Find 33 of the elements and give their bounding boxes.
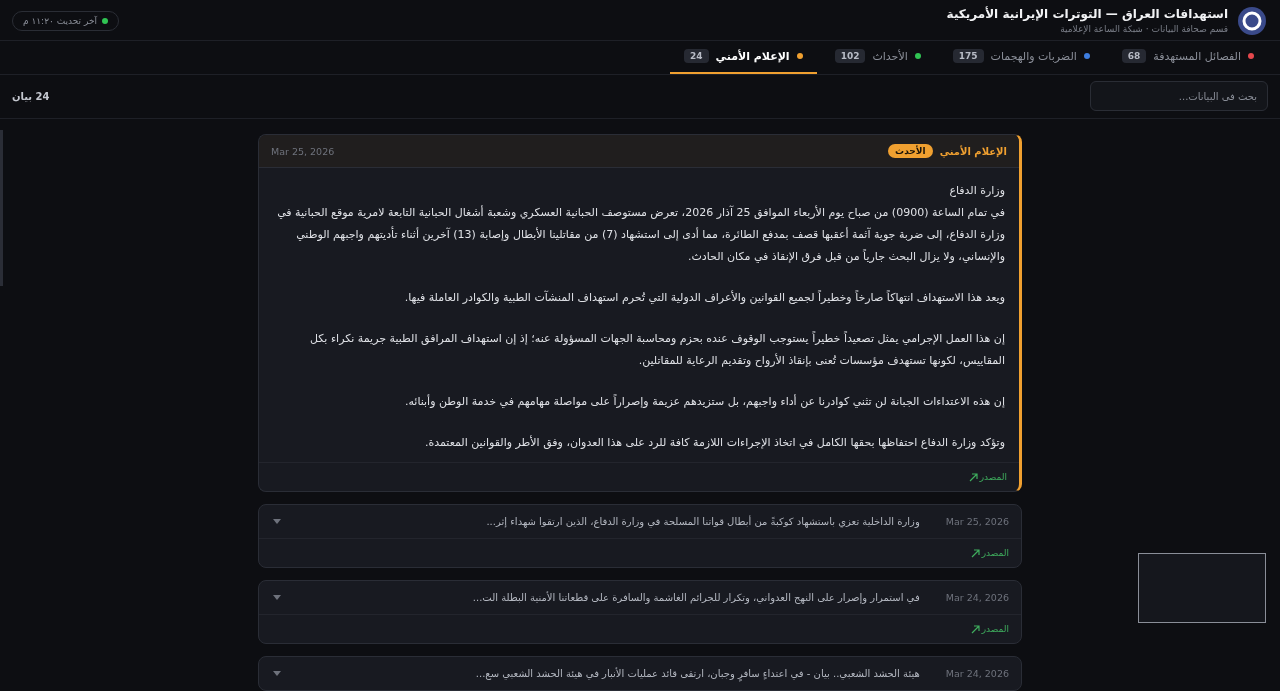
tab-count: 68 [1121, 49, 1147, 64]
statement-date: Mar 25, 2026 [271, 145, 335, 157]
tab-count: 175 [952, 49, 984, 64]
statement-text: وتؤكد وزارة الدفاع احتفاظها بحقها الكامل في اتخاذ الإجراءات اللازمة كافة للرد على هذا العدوان، وفق الأطر والقوانين المعتمدة. [423, 434, 1005, 451]
arrow-icon [970, 624, 980, 634]
statement-count: 24 بيان [12, 90, 50, 102]
statement-text: في تمام الساعة (0900) من صباح يوم الأربعاء الموافق 25 آذار 2026، تعرض مستوصف الحبانية العسكري وشعبة أشغال الحبانية التابعة لامرية موقع الحبانية في وزارة الدفاع، إلى ضربة جوية آثمة أعقبها قصف بمدفع الطائرة، مما أدى إلى استشهاد (7) من مقاتلينا الأبطال وإصابة (13) آخرين أثناء تأديتهم واجبهم الوطني والإنساني، ولا يزال البحث جارياً من قبل فرق الإنقاذ في مكان الحادث. [276, 204, 1005, 265]
statement-text: وزارة الدفاع [948, 183, 1005, 199]
statement-date: Mar 24, 2026 [945, 592, 1009, 603]
statement-summary: وزارة الداخلية تعزي باستشهاد كوكبةً من أبطال قواتنا المسلحة في وزارة الدفاع، الذين ارتقوا شهداء إثر... [485, 516, 920, 527]
source-link[interactable]: المصدر [970, 548, 1009, 558]
arrow-icon [970, 548, 980, 558]
source-link[interactable]: المصدر [968, 472, 1007, 482]
arrow-icon [968, 472, 978, 482]
logo-icon [1238, 6, 1266, 35]
statement-text: إن هذا العمل الإجرامي يمثل تصعيداً خطيراً يستوجب الوقوف عنده بحزم ومحاسبة الجهات المسؤولة عنه؛ إذ إن استهداف المرافق الطبية جريمة نكراء بكل المقاييس، لكونها تستهدف مؤسسات تُعنى بإنقاذ الأرواح وتقديم الرعاية للمقاتلين. [308, 330, 1005, 369]
tab-count: 102 [834, 49, 866, 64]
source-link[interactable]: المصدر [970, 624, 1009, 634]
chevron-down-icon[interactable] [273, 594, 281, 601]
chevron-down-icon[interactable] [273, 518, 281, 525]
page-subtitle: قسم صحافة البيانات · شبكة الساعة الإعلامية [1059, 24, 1228, 35]
statement-summary: في استمرار وإصرار على النهج العدواني، وتكرار للجرائم الغاشمة والسافرة على قطعاتنا الأمنية البطلة الت... [471, 592, 920, 603]
page-title: استهدافات العراق — التوترات الإيرانية الأمريكية [946, 7, 1228, 22]
statement-text: ويعد هذا الاستهداف انتهاكاً صارخاً وخطيراً لجميع القوانين والأعراف الدولية التي تُحرم استهداف المنشآت الطبية والكوادر العاملة فيها. [403, 289, 1005, 306]
scrollbar[interactable] [0, 130, 3, 286]
latest-badge: الأحدث [888, 144, 933, 158]
search-field[interactable]: بحث في البيانات... [1090, 81, 1268, 112]
statement-date: Mar 24, 2026 [945, 668, 1009, 679]
statement-text: إن هذه الاعتداءات الجبانة لن تثني كوادرنا عن أداء واجبهم، بل ستزيدهم عزيمة وإصراراً على مواصلة مهامهم في خدمة الوطن وأبنائه. [403, 393, 1005, 410]
category-label: الإعلام الأمني [939, 145, 1007, 157]
tab-count: 24 [684, 49, 709, 64]
chevron-down-icon[interactable] [273, 670, 281, 677]
statement-date: Mar 25, 2026 [945, 516, 1009, 527]
